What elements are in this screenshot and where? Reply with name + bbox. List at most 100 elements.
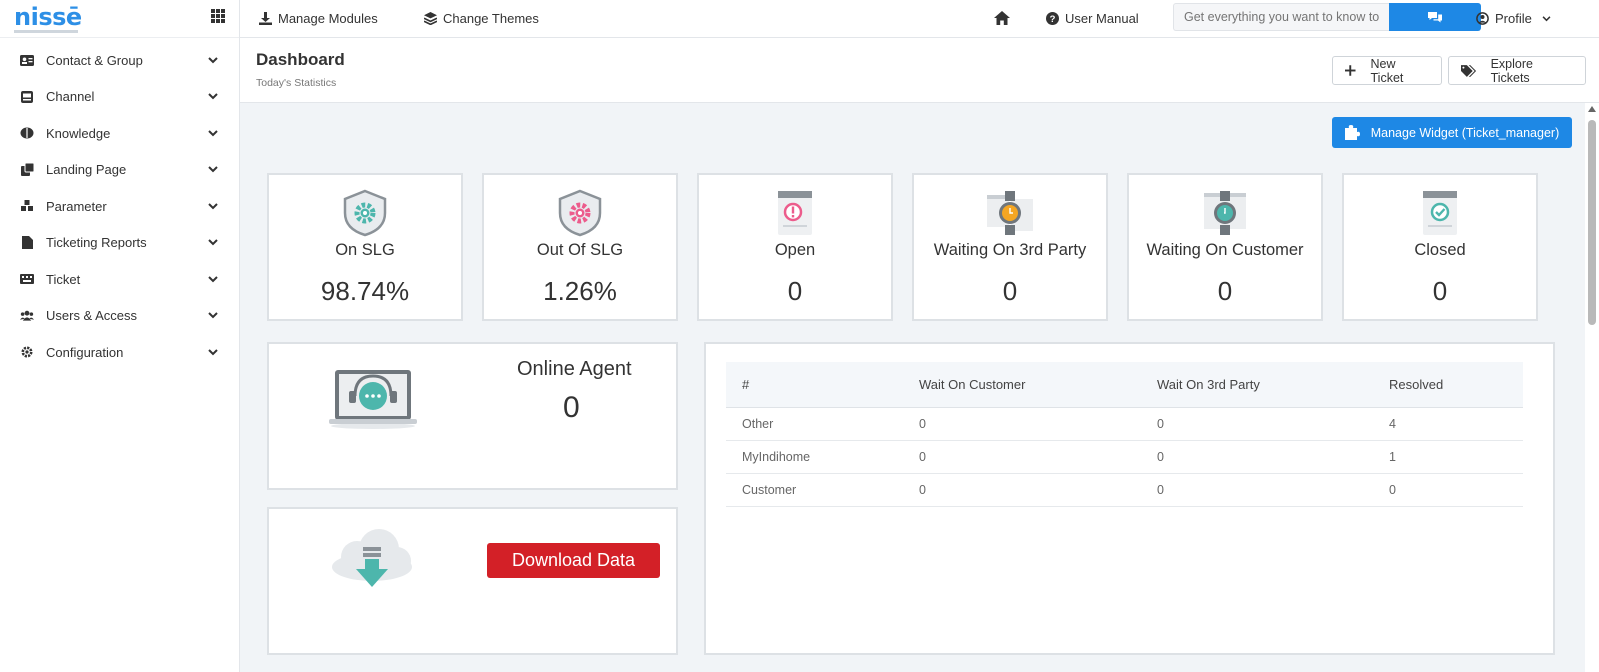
chevron-down-icon — [207, 237, 219, 249]
table-cell: Customer — [726, 473, 903, 507]
ticket-summary-table: # Wait On Customer Wait On 3rd Party Res… — [726, 362, 1523, 507]
stat-label: Out Of SLG — [536, 241, 624, 259]
stat-value: 98.74% — [320, 276, 410, 306]
chevron-down-icon — [207, 346, 219, 358]
home-icon[interactable] — [994, 11, 1010, 30]
stat-label: Open — [774, 241, 816, 259]
sidebar-item-label: Ticketing Reports — [46, 235, 147, 251]
manage-modules-label: Manage Modules — [278, 11, 378, 26]
table-cell: MyIndihome — [726, 440, 903, 474]
layers-icon — [424, 12, 437, 25]
stat-value: 1.26% — [543, 276, 617, 306]
svg-text:?: ? — [1050, 14, 1056, 25]
chevron-down-icon — [207, 310, 219, 322]
chevron-down-icon — [207, 200, 219, 212]
users-icon — [20, 309, 34, 323]
gear-icon — [20, 345, 34, 359]
logo[interactable]: nissē — [14, 5, 82, 33]
topbar: Manage Modules Change Themes ? User Manu… — [240, 0, 1599, 38]
dashboard-content: Manage Widget (Ticket_manager) On SLG 98… — [240, 103, 1585, 672]
stat-card-closed: Closed 0 — [1342, 173, 1538, 321]
explore-tickets-label: Explore Tickets — [1490, 56, 1533, 85]
explore-tickets-button[interactable]: Explore Tickets — [1448, 56, 1586, 85]
search-input[interactable] — [1173, 3, 1389, 31]
online-agent-value: 0 — [563, 391, 580, 424]
table-cell: 0 — [1141, 407, 1373, 441]
table-cell: 0 — [903, 407, 1141, 441]
table-cell: 0 — [903, 440, 1141, 474]
support-agent-laptop-icon — [329, 370, 417, 429]
sidebar-nav: Contact & Group Channel Knowledge Landin… — [0, 38, 239, 371]
column-header: # — [726, 362, 903, 408]
chevron-down-icon — [207, 54, 219, 66]
sidebar-item-label: Landing Page — [46, 162, 127, 178]
page-subtitle: Today's Statistics — [256, 77, 337, 89]
sidebar-item-configuration[interactable]: Configuration — [0, 334, 239, 371]
ticket-summary-card: # Wait On Customer Wait On 3rd Party Res… — [704, 342, 1555, 655]
cubes-icon — [20, 199, 34, 213]
stat-value: 0 — [787, 276, 803, 306]
tags-icon — [1461, 64, 1477, 77]
apps-grid-icon[interactable] — [211, 9, 225, 28]
sidebar-item-ticket[interactable]: Ticket — [0, 261, 239, 298]
new-ticket-label: New Ticket — [1370, 56, 1404, 85]
table-row: Other 0 0 4 — [726, 407, 1523, 441]
scroll-up-arrow-icon[interactable] — [1588, 106, 1596, 112]
vertical-scrollbar[interactable] — [1585, 103, 1599, 672]
shield-gear-icon — [558, 189, 602, 237]
table-cell: 0 — [1141, 473, 1373, 507]
comments-icon — [1428, 11, 1442, 22]
profile-menu[interactable]: Profile — [1476, 11, 1557, 26]
new-ticket-button[interactable]: New Ticket — [1332, 56, 1442, 85]
page-header: Dashboard Today's Statistics New Ticket … — [240, 38, 1599, 103]
logo-tagline — [14, 29, 78, 33]
chevron-down-icon — [207, 164, 219, 176]
document-alert-icon — [778, 191, 812, 235]
sidebar-item-users-access[interactable]: Users & Access — [0, 298, 239, 335]
stat-card-on-slg: On SLG 98.74% — [267, 173, 463, 321]
sidebar-item-label: Configuration — [46, 344, 124, 360]
sidebar-item-channel[interactable]: Channel — [0, 79, 239, 116]
document-check-icon — [1423, 191, 1457, 235]
stat-label: Waiting On Customer — [1146, 241, 1304, 259]
download-data-button[interactable]: Download Data — [487, 543, 660, 578]
table-cell: 0 — [903, 473, 1141, 507]
sidebar-item-contact-group[interactable]: Contact & Group — [0, 42, 239, 79]
sidebar-item-label: Users & Access — [46, 308, 138, 324]
user-manual-button[interactable]: ? User Manual — [1046, 11, 1139, 26]
question-circle-icon: ? — [1046, 12, 1059, 25]
sidebar-item-label: Contact & Group — [46, 52, 143, 68]
chevron-down-icon — [207, 91, 219, 103]
stat-card-open: Open 0 — [697, 173, 893, 321]
shield-gear-icon — [343, 189, 387, 237]
watch-documents-icon — [987, 191, 1033, 235]
sidebar-item-landing-page[interactable]: Landing Page — [0, 152, 239, 189]
stat-label: Waiting On 3rd Party — [933, 241, 1087, 259]
clone-icon — [20, 163, 34, 177]
sidebar-item-knowledge[interactable]: Knowledge — [0, 115, 239, 152]
brand-bar: nissē — [0, 0, 239, 38]
online-agent-title: Online Agent — [517, 358, 632, 380]
column-header: Wait On Customer — [903, 362, 1141, 408]
watch-document-icon — [1204, 191, 1246, 235]
download-data-card: Download Data — [267, 507, 678, 655]
change-themes-label: Change Themes — [443, 11, 539, 26]
manage-modules-button[interactable]: Manage Modules — [259, 11, 378, 26]
profile-label: Profile — [1495, 11, 1532, 26]
manage-widget-button[interactable]: Manage Widget (Ticket_manager) — [1332, 117, 1572, 148]
column-header: Wait On 3rd Party — [1141, 362, 1373, 408]
change-themes-button[interactable]: Change Themes — [424, 11, 539, 26]
page-title: Dashboard — [256, 50, 345, 69]
inbox-icon — [20, 90, 34, 104]
table-cell: 1 — [1373, 440, 1523, 474]
sidebar-item-parameter[interactable]: Parameter — [0, 188, 239, 225]
table-row: MyIndihome 0 0 1 — [726, 440, 1523, 474]
column-header: Resolved — [1373, 362, 1523, 408]
search-chat-button[interactable] — [1389, 3, 1481, 31]
table-cell: 0 — [1373, 473, 1523, 507]
sidebar-item-label: Ticket — [46, 271, 81, 287]
download-icon — [259, 12, 272, 25]
scroll-thumb[interactable] — [1588, 120, 1596, 325]
sidebar-item-label: Parameter — [46, 198, 107, 214]
sidebar-item-ticketing-reports[interactable]: Ticketing Reports — [0, 225, 239, 262]
